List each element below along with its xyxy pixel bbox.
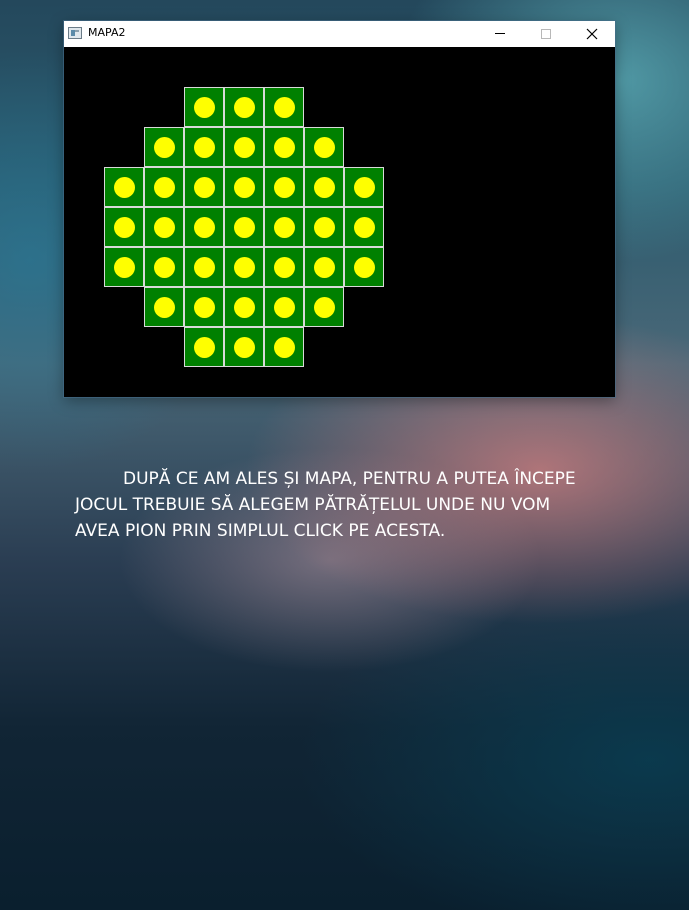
peg[interactable]: [194, 97, 215, 118]
board-cell[interactable]: [304, 207, 344, 247]
peg[interactable]: [354, 257, 375, 278]
board-cell[interactable]: [264, 327, 304, 367]
board-cell[interactable]: [144, 247, 184, 287]
peg[interactable]: [194, 257, 215, 278]
peg[interactable]: [194, 137, 215, 158]
peg[interactable]: [274, 217, 295, 238]
instruction-line: AVEA PION PRIN SIMPLUL CLICK PE ACESTA.: [75, 521, 446, 541]
instruction-line: DUPĂ CE AM ALES ȘI MAPA, PENTRU A PUTEA …: [123, 469, 576, 489]
board-cell[interactable]: [184, 287, 224, 327]
board-cell[interactable]: [344, 167, 384, 207]
board-cell[interactable]: [184, 327, 224, 367]
maximize-button[interactable]: [523, 21, 569, 47]
peg[interactable]: [234, 337, 255, 358]
board-cell[interactable]: [104, 247, 144, 287]
board-cell[interactable]: [184, 247, 224, 287]
minimize-button[interactable]: [477, 21, 523, 47]
peg[interactable]: [314, 257, 335, 278]
board-cell[interactable]: [224, 167, 264, 207]
board-cell[interactable]: [144, 167, 184, 207]
peg[interactable]: [234, 217, 255, 238]
board-cell[interactable]: [264, 167, 304, 207]
peg[interactable]: [234, 137, 255, 158]
peg[interactable]: [274, 137, 295, 158]
board-cell[interactable]: [184, 167, 224, 207]
peg[interactable]: [154, 177, 175, 198]
game-window: MAPA2: [64, 21, 615, 397]
board-cell[interactable]: [264, 207, 304, 247]
window-titlebar[interactable]: MAPA2: [64, 21, 615, 47]
peg[interactable]: [154, 297, 175, 318]
board-cell[interactable]: [104, 167, 144, 207]
peg[interactable]: [234, 257, 255, 278]
peg[interactable]: [154, 137, 175, 158]
instruction-line: JOCUL TREBUIE SĂ ALEGEM PĂTRĂȚELUL UNDE …: [75, 495, 551, 515]
peg[interactable]: [234, 177, 255, 198]
close-button[interactable]: [569, 21, 615, 47]
board-cell[interactable]: [304, 167, 344, 207]
peg[interactable]: [314, 217, 335, 238]
board-cell[interactable]: [144, 287, 184, 327]
peg[interactable]: [274, 97, 295, 118]
window-title: MAPA2: [88, 26, 126, 39]
board-cell[interactable]: [184, 207, 224, 247]
board-cell[interactable]: [184, 87, 224, 127]
peg[interactable]: [234, 97, 255, 118]
peg[interactable]: [114, 257, 135, 278]
close-icon: [586, 28, 598, 40]
window-app-icon: [68, 27, 82, 39]
peg[interactable]: [274, 337, 295, 358]
peg[interactable]: [274, 177, 295, 198]
board-cell[interactable]: [224, 247, 264, 287]
peg[interactable]: [234, 297, 255, 318]
peg[interactable]: [194, 297, 215, 318]
peg[interactable]: [194, 337, 215, 358]
peg[interactable]: [114, 217, 135, 238]
peg[interactable]: [354, 177, 375, 198]
peg[interactable]: [114, 177, 135, 198]
game-board: [64, 47, 615, 397]
peg[interactable]: [354, 217, 375, 238]
board-cell[interactable]: [264, 127, 304, 167]
peg[interactable]: [314, 177, 335, 198]
board-cell[interactable]: [224, 207, 264, 247]
board-cell[interactable]: [344, 207, 384, 247]
peg[interactable]: [274, 257, 295, 278]
peg[interactable]: [194, 217, 215, 238]
board-cell[interactable]: [144, 127, 184, 167]
peg[interactable]: [194, 177, 215, 198]
board-cell[interactable]: [264, 87, 304, 127]
board-cell[interactable]: [224, 87, 264, 127]
board-cell[interactable]: [224, 287, 264, 327]
board-cell[interactable]: [144, 207, 184, 247]
board-cell[interactable]: [304, 127, 344, 167]
board-cell[interactable]: [104, 207, 144, 247]
board-cell[interactable]: [264, 287, 304, 327]
instruction-text: DUPĂ CE AM ALES ȘI MAPA, PENTRU A PUTEA …: [75, 466, 615, 544]
peg[interactable]: [314, 137, 335, 158]
board-cell[interactable]: [304, 247, 344, 287]
board-cell[interactable]: [264, 247, 304, 287]
board-cell[interactable]: [184, 127, 224, 167]
peg[interactable]: [154, 217, 175, 238]
peg[interactable]: [274, 297, 295, 318]
board-cell[interactable]: [224, 327, 264, 367]
board-cell[interactable]: [304, 287, 344, 327]
peg[interactable]: [314, 297, 335, 318]
peg[interactable]: [154, 257, 175, 278]
board-cell[interactable]: [224, 127, 264, 167]
board-cell[interactable]: [344, 247, 384, 287]
